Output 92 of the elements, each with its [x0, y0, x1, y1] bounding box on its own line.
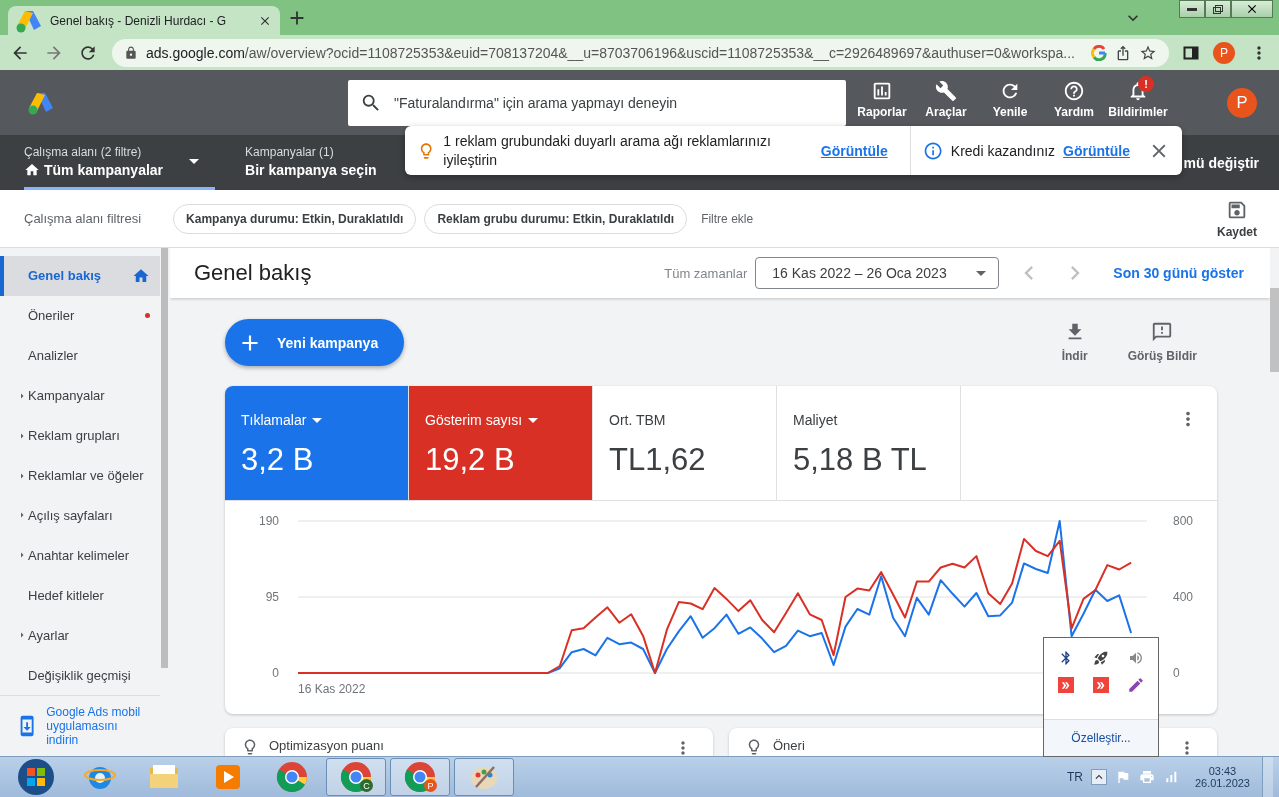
rocket-icon[interactable]	[1093, 650, 1109, 666]
last-30-days-link[interactable]: Son 30 günü göster	[1113, 265, 1244, 281]
filter-chip[interactable]: Reklam grubu durumu: Etkin, Duraklatıldı	[424, 203, 688, 234]
axis-label: 800	[1173, 514, 1194, 528]
pen-icon[interactable]	[1127, 676, 1146, 694]
bar-chart-icon	[871, 80, 893, 102]
filter-chip[interactable]: Kampanya durumu: Etkin, Duraklatıldı	[173, 203, 417, 234]
chrome-icon	[340, 761, 372, 793]
search-box[interactable]: "Faturalandırma" için arama yapmayı deneyin	[348, 79, 846, 126]
logo-icon	[16, 8, 42, 33]
caret-icon	[189, 158, 200, 164]
tab-title: Genel bakış - Denizli Hurdacı - G	[50, 13, 228, 28]
minimize-icon	[1187, 7, 1197, 11]
sidebar-item[interactable]: Anahtar kelimeler	[0, 535, 160, 576]
taskbar-app[interactable]: C	[326, 758, 386, 796]
axis-label: 400	[1173, 590, 1194, 604]
header-action[interactable]: Raporlar	[852, 80, 912, 119]
axis-label: 190	[258, 514, 279, 528]
range-label: Tüm zamanlar	[664, 265, 748, 281]
home-icon	[24, 161, 40, 178]
header-action[interactable]: Yardım	[1044, 80, 1104, 119]
sidebar-item[interactable]: Kampanyalar	[0, 375, 160, 416]
clock[interactable]: 03:43 26.01.2023	[1194, 765, 1250, 789]
card-title: Optimizasyon puanı	[269, 738, 385, 753]
new-campaign-button[interactable]: Yeni kampanya	[225, 319, 405, 366]
metric-tile[interactable]: Ort. TBM TL1,62	[593, 386, 777, 501]
wrench-icon	[935, 80, 957, 102]
sidebar-item[interactable]: Değişiklik geçmişi	[0, 655, 160, 696]
start-orb-icon	[17, 758, 55, 796]
chrome-icon	[276, 761, 308, 793]
restore-icon	[1213, 4, 1223, 14]
search-field[interactable]: "Faturalandırma" için arama yapmayı deneyin	[392, 93, 834, 112]
view-switch-button[interactable]: mü değiştir	[1177, 135, 1279, 190]
caret-icon	[976, 270, 987, 276]
axis-label: 0	[1173, 666, 1180, 680]
axis-label: 95	[265, 590, 279, 604]
feedback-button[interactable]: Görüş Bildir	[1127, 319, 1197, 363]
save-button[interactable]: Kaydet	[1217, 198, 1257, 239]
metric-tile[interactable]: Gösterim sayısı 19,2 B	[409, 386, 593, 501]
axis-label: 16 Kas 2022	[298, 682, 366, 696]
arrows-tile-icon[interactable]	[1093, 677, 1109, 693]
side-panel-icon[interactable]	[1183, 44, 1199, 61]
minimize-button[interactable]	[1179, 0, 1205, 18]
sidebar-item[interactable]: Öneriler	[0, 295, 160, 336]
sidebar-item[interactable]: Genel bakış	[0, 256, 160, 296]
restore-button[interactable]	[1205, 0, 1231, 18]
help-icon	[1063, 80, 1085, 102]
profile-avatar[interactable]: P	[1213, 41, 1235, 64]
sidebar-item[interactable]: Reklam grupları	[0, 415, 160, 456]
campaign-selector[interactable]: Kampanyalar (1) Bir kampanya seçin	[245, 135, 393, 190]
date-range-select[interactable]: 16 Kas 2022 – 26 Oca 2023	[755, 257, 1000, 289]
tray-expand-icon[interactable]	[1090, 769, 1107, 785]
media-player-icon	[213, 762, 243, 792]
address-bar[interactable]: ads.google.com/aw/overview?ocid=1108725353&euid=708137204&__u=8703706196&uscid=1108725353&__c=2926489697&authuser=0&workspa...	[112, 38, 1169, 67]
page-title: Genel bakış	[194, 260, 312, 286]
close-icon	[1245, 2, 1259, 16]
app-download-link[interactable]: Google Ads mobil uygulamasını indirin	[46, 705, 148, 748]
feedback-icon	[1151, 321, 1174, 343]
view-link[interactable]: Görüntüle	[820, 142, 888, 159]
taskbar-app[interactable]: P	[390, 758, 450, 796]
filter-title: Çalışma alanı filtresi	[24, 211, 142, 226]
arrows-tile-icon[interactable]	[1057, 677, 1074, 693]
sidebar-item[interactable]: Reklamlar ve öğeler	[0, 455, 160, 496]
add-filter-button[interactable]: Filtre ekle	[695, 210, 760, 227]
metric-tile[interactable]: Tıklamalar 3,2 B	[225, 386, 409, 501]
caret-icon	[528, 417, 539, 423]
axis-label: 0	[272, 666, 279, 680]
taskbar-app[interactable]	[454, 758, 514, 796]
lock-icon	[124, 45, 138, 60]
sidebar-item[interactable]: Ayarlar	[0, 615, 160, 656]
alert-badge: !	[1138, 76, 1154, 92]
share-icon[interactable]	[1115, 44, 1131, 61]
credit-message: Kredi kazandınız	[950, 142, 1056, 159]
logo-icon	[28, 90, 54, 115]
sidebar-item[interactable]: Hedef kitleler	[0, 575, 160, 616]
view-link[interactable]: Görüntüle	[1063, 142, 1130, 159]
sidebar-item[interactable]: Analizler	[0, 335, 160, 376]
language-indicator[interactable]: TR	[1066, 770, 1083, 784]
header-action[interactable]: Yenile	[980, 80, 1040, 119]
customize-link[interactable]: Özelleştir...	[1044, 719, 1158, 756]
toast-message: 1 reklam grubundaki duyarlı arama ağı reklamlarınızı iyileştirin	[443, 131, 772, 170]
multicolor-ring-icon	[1091, 44, 1107, 61]
header-action[interactable]: Araçlar	[916, 80, 976, 119]
close-button[interactable]	[1231, 0, 1273, 18]
browser-tab[interactable]: Genel bakış - Denizli Hurdacı - G	[8, 6, 280, 35]
caret-icon	[312, 417, 323, 423]
download-button[interactable]: İndir	[1061, 319, 1088, 363]
sidebar-item[interactable]: Açılış sayfaları	[0, 495, 160, 536]
speaker-icon[interactable]	[1128, 650, 1145, 666]
account-avatar[interactable]: P	[1227, 87, 1257, 118]
alert-dot	[145, 313, 150, 319]
metric-tile[interactable]: Maliyet 5,18 B TL	[777, 386, 961, 501]
